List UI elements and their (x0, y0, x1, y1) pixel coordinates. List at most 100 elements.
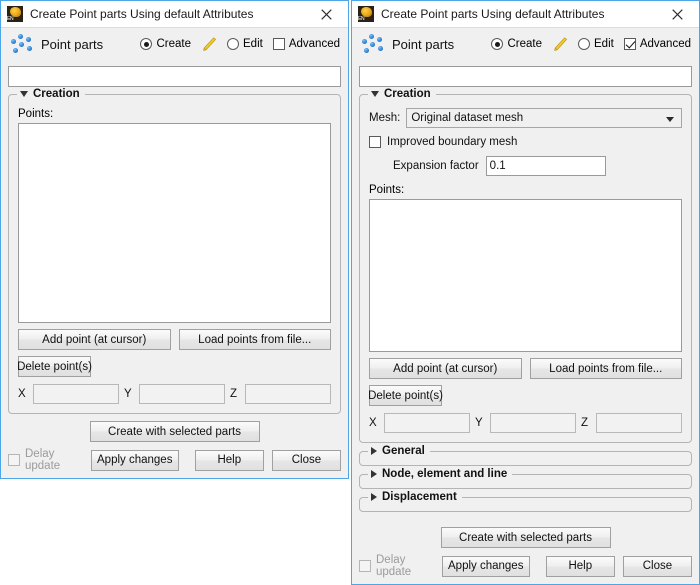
mode-create-label: Create (507, 38, 543, 50)
mode-edit[interactable]: Edit (578, 38, 614, 50)
checkbox-delay-update-icon[interactable] (359, 560, 371, 572)
mode-selector: Create Edit Advanced (130, 37, 340, 51)
coord-z-input[interactable] (596, 413, 682, 433)
coord-x-input[interactable] (33, 384, 119, 404)
section-node-element-line-header[interactable]: Node, element and line (368, 468, 513, 480)
checkbox-delay-update-icon[interactable] (8, 454, 20, 466)
section-displacement[interactable]: Displacement (359, 491, 692, 512)
point-actions-row: Add point (at cursor) Load points from f… (369, 358, 682, 379)
load-points-button[interactable]: Load points from file... (178, 329, 331, 350)
close-window-icon[interactable] (306, 1, 346, 27)
help-button[interactable]: Help (194, 449, 264, 471)
part-name-input[interactable] (359, 66, 692, 87)
delay-update-toggle[interactable]: Delay update (8, 448, 83, 472)
add-point-button[interactable]: Add point (at cursor) (18, 329, 171, 350)
point-actions-row: Add point (at cursor) Load points from f… (18, 329, 331, 350)
window-title: Create Point parts Using default Attribu… (30, 7, 254, 21)
delay-update-label: Delay update (376, 554, 412, 578)
mode-create[interactable]: Create (491, 38, 542, 50)
chevron-down-icon[interactable] (666, 116, 674, 122)
pencil-icon (203, 37, 216, 51)
coord-z-label: Z (230, 388, 238, 400)
expansion-factor-input[interactable]: 0.1 (485, 156, 606, 176)
header-title: Point parts (392, 36, 455, 52)
window-title: Create Point parts Using default Attribu… (381, 7, 605, 21)
delete-points-row: Delete point(s) (368, 385, 682, 406)
section-node-element-line[interactable]: Node, element and line (359, 468, 692, 489)
part-name-input[interactable] (8, 66, 341, 87)
delay-update-toggle[interactable]: Delay update (359, 554, 434, 578)
checkbox-advanced-icon[interactable] (272, 38, 285, 50)
creation-group: Creation Points: Add point (at cursor) L… (8, 88, 341, 414)
points-label: Points: (369, 184, 405, 196)
radio-edit-icon[interactable] (227, 38, 240, 50)
header-bar: Point parts Create Edit Advanced (352, 28, 699, 60)
chevron-right-icon[interactable] (371, 493, 377, 501)
creation-group: Creation Mesh: Original dataset mesh Imp… (359, 88, 692, 443)
points-list[interactable] (18, 123, 331, 323)
radio-create-icon[interactable] (491, 38, 504, 50)
section-general[interactable]: General (359, 445, 692, 466)
dialog-footer: Create with selected parts Delay update … (1, 414, 348, 478)
header-bar: Point parts Create Edit Advanced (1, 28, 348, 60)
apply-changes-button[interactable]: Apply changes (90, 449, 179, 471)
section-general-header[interactable]: General (368, 445, 430, 457)
apply-changes-button[interactable]: Apply changes (441, 555, 530, 577)
chevron-right-icon[interactable] (371, 447, 377, 455)
dialog-footer: Create with selected parts Delay update … (352, 520, 699, 584)
creation-group-header[interactable]: Creation (368, 88, 436, 100)
radio-edit-icon[interactable] (578, 38, 591, 50)
create-row: Create with selected parts (8, 414, 341, 448)
toggle-advanced[interactable]: Advanced (272, 38, 340, 50)
coordinate-row: X Y Z (18, 384, 331, 404)
help-button[interactable]: Help (545, 555, 615, 577)
improved-boundary-row[interactable]: Improved boundary mesh (369, 136, 682, 148)
coord-y-input[interactable] (490, 413, 576, 433)
improved-boundary-label: Improved boundary mesh (387, 136, 518, 148)
expansion-factor-row: Expansion factor 0.1 (369, 156, 682, 176)
coord-y-input[interactable] (139, 384, 225, 404)
toggle-advanced[interactable]: Advanced (623, 38, 691, 50)
dialog-body: Creation Mesh: Original dataset mesh Imp… (352, 60, 699, 520)
coord-z-input[interactable] (245, 384, 331, 404)
delete-points-button[interactable]: Delete point(s) (17, 356, 92, 377)
delete-points-button[interactable]: Delete point(s) (368, 385, 443, 406)
add-point-button[interactable]: Add point (at cursor) (369, 358, 522, 379)
mesh-dropdown-value: Original dataset mesh (411, 112, 524, 124)
header-title: Point parts (41, 36, 104, 52)
delete-points-row: Delete point(s) (17, 356, 331, 377)
mode-edit-label: Edit (594, 38, 614, 50)
mesh-dropdown[interactable]: Original dataset mesh (406, 108, 682, 128)
points-list[interactable] (369, 199, 682, 352)
point-parts-icon (360, 33, 386, 55)
chevron-down-icon[interactable] (20, 91, 28, 97)
section-displacement-header[interactable]: Displacement (368, 491, 462, 503)
mode-edit-label: Edit (243, 38, 263, 50)
points-label: Points: (18, 108, 54, 120)
checkbox-advanced-icon[interactable] (623, 38, 636, 50)
create-with-selected-parts-button[interactable]: Create with selected parts (89, 421, 260, 442)
point-parts-icon (9, 33, 35, 55)
toggle-advanced-label: Advanced (288, 38, 340, 50)
mode-edit[interactable]: Edit (227, 38, 263, 50)
section-general-title: General (382, 445, 425, 457)
mesh-row: Mesh: Original dataset mesh (369, 108, 682, 128)
titlebar: EN Create Point parts Using default Attr… (1, 1, 348, 28)
bottom-button-row: Delay update Apply changes Help Close (8, 448, 341, 472)
section-displacement-title: Displacement (382, 491, 457, 503)
pencil-icon (554, 37, 567, 51)
creation-group-title: Creation (384, 88, 431, 100)
delay-update-label: Delay update (25, 448, 61, 472)
coord-x-input[interactable] (384, 413, 470, 433)
checkbox-improved-boundary-icon[interactable] (369, 136, 381, 148)
create-with-selected-parts-button[interactable]: Create with selected parts (440, 527, 611, 548)
mode-create[interactable]: Create (140, 38, 191, 50)
chevron-down-icon[interactable] (371, 91, 379, 97)
chevron-right-icon[interactable] (371, 470, 377, 478)
close-window-icon[interactable] (657, 1, 697, 27)
load-points-button[interactable]: Load points from file... (529, 358, 682, 379)
radio-create-icon[interactable] (140, 38, 153, 50)
close-button[interactable]: Close (271, 449, 341, 471)
creation-group-header[interactable]: Creation (17, 88, 85, 100)
close-button[interactable]: Close (622, 555, 692, 577)
